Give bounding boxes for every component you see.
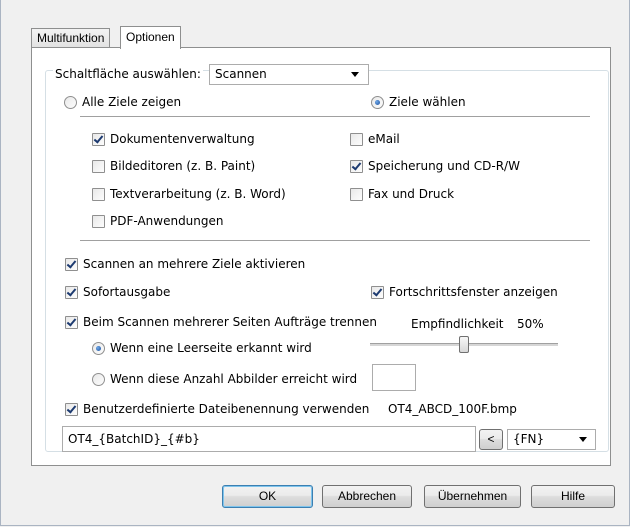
button-select-value: Scannen xyxy=(215,67,267,81)
help-label: Hilfe xyxy=(560,489,585,503)
filename-pattern-value: OT4_{BatchID}_{#b} xyxy=(68,432,200,446)
tab-optionen[interactable]: Optionen xyxy=(120,26,181,49)
checkbox-email[interactable] xyxy=(350,133,363,146)
target-label: Speicherung und CD-R/W xyxy=(368,159,520,173)
ok-label: OK xyxy=(258,489,277,503)
chevron-down-icon xyxy=(579,437,587,442)
filename-pattern-input[interactable]: OT4_{BatchID}_{#b} xyxy=(62,426,476,452)
checkbox-instant-output[interactable] xyxy=(65,286,78,299)
multi-target-label: Scannen an mehrere Ziele aktivieren xyxy=(83,257,306,271)
radio-blank-page[interactable] xyxy=(92,342,105,355)
instant-output-label: Sofortausgabe xyxy=(83,285,171,299)
chevron-down-icon xyxy=(351,72,359,77)
tab-label: Multifunktion xyxy=(37,31,105,45)
divider xyxy=(80,116,590,117)
page-count-input[interactable] xyxy=(372,364,416,391)
custom-filename-label: Benutzerdefinierte Dateibenennung verwen… xyxy=(83,402,370,416)
checkbox-multi-target[interactable] xyxy=(65,258,78,271)
checkbox-split-jobs[interactable] xyxy=(65,316,78,329)
button-select-dropdown[interactable]: Scannen xyxy=(209,64,369,85)
blank-page-label: Wenn eine Leerseite erkannt wird xyxy=(110,341,312,355)
checkbox-pdf-anwendungen[interactable] xyxy=(92,215,105,228)
divider xyxy=(80,240,590,241)
token-select-dropdown[interactable]: {FN} xyxy=(507,429,596,450)
sensitivity-value: 50% xyxy=(517,317,544,331)
filename-example: OT4_ABCD_100F.bmp xyxy=(388,402,517,416)
radio-show-all-targets[interactable] xyxy=(64,96,77,109)
checkbox-dokumentenverwaltung[interactable] xyxy=(92,133,105,146)
apply-button[interactable]: Übernehmen xyxy=(424,485,521,508)
target-label: Bildeditoren (z. B. Paint) xyxy=(110,159,256,173)
checkbox-speicherung-cd[interactable] xyxy=(350,160,363,173)
page-count-label: Wenn diese Anzahl Abbilder erreicht wird xyxy=(110,372,358,386)
radio-page-count[interactable] xyxy=(92,373,105,386)
tab-label: Optionen xyxy=(126,30,175,44)
ok-button[interactable]: OK xyxy=(222,485,313,508)
sensitivity-slider-thumb[interactable] xyxy=(459,336,469,353)
checkbox-fax-druck[interactable] xyxy=(350,188,363,201)
split-jobs-label: Beim Scannen mehrerer Seiten Aufträge tr… xyxy=(83,315,377,329)
checkbox-progress-window[interactable] xyxy=(371,286,384,299)
target-label: Fax und Druck xyxy=(368,187,455,201)
show-all-targets-label: Alle Ziele zeigen xyxy=(82,95,182,109)
target-label: PDF-Anwendungen xyxy=(110,214,224,228)
progress-window-label: Fortschrittsfenster anzeigen xyxy=(389,285,558,299)
checkbox-custom-filename[interactable] xyxy=(65,403,78,416)
insert-token-label: < xyxy=(487,432,495,446)
token-select-value: {FN} xyxy=(513,432,545,446)
cancel-button[interactable]: Abbrechen xyxy=(322,485,412,508)
target-label: eMail xyxy=(368,132,400,146)
choose-targets-label: Ziele wählen xyxy=(389,95,466,109)
help-button[interactable]: Hilfe xyxy=(531,485,615,508)
button-select-label: Schaltfläche auswählen: xyxy=(53,67,203,81)
checkbox-textverarbeitung[interactable] xyxy=(92,188,105,201)
insert-token-button[interactable]: < xyxy=(479,429,503,450)
apply-label: Übernehmen xyxy=(437,489,508,503)
checkbox-bildeditoren[interactable] xyxy=(92,160,105,173)
cancel-label: Abbrechen xyxy=(337,489,397,503)
sensitivity-label: Empfindlichkeit xyxy=(411,317,504,331)
target-label: Textverarbeitung (z. B. Word) xyxy=(110,187,286,201)
radio-choose-targets[interactable] xyxy=(371,96,384,109)
tab-multifunktion[interactable]: Multifunktion xyxy=(31,28,111,48)
target-label: Dokumentenverwaltung xyxy=(110,132,255,146)
